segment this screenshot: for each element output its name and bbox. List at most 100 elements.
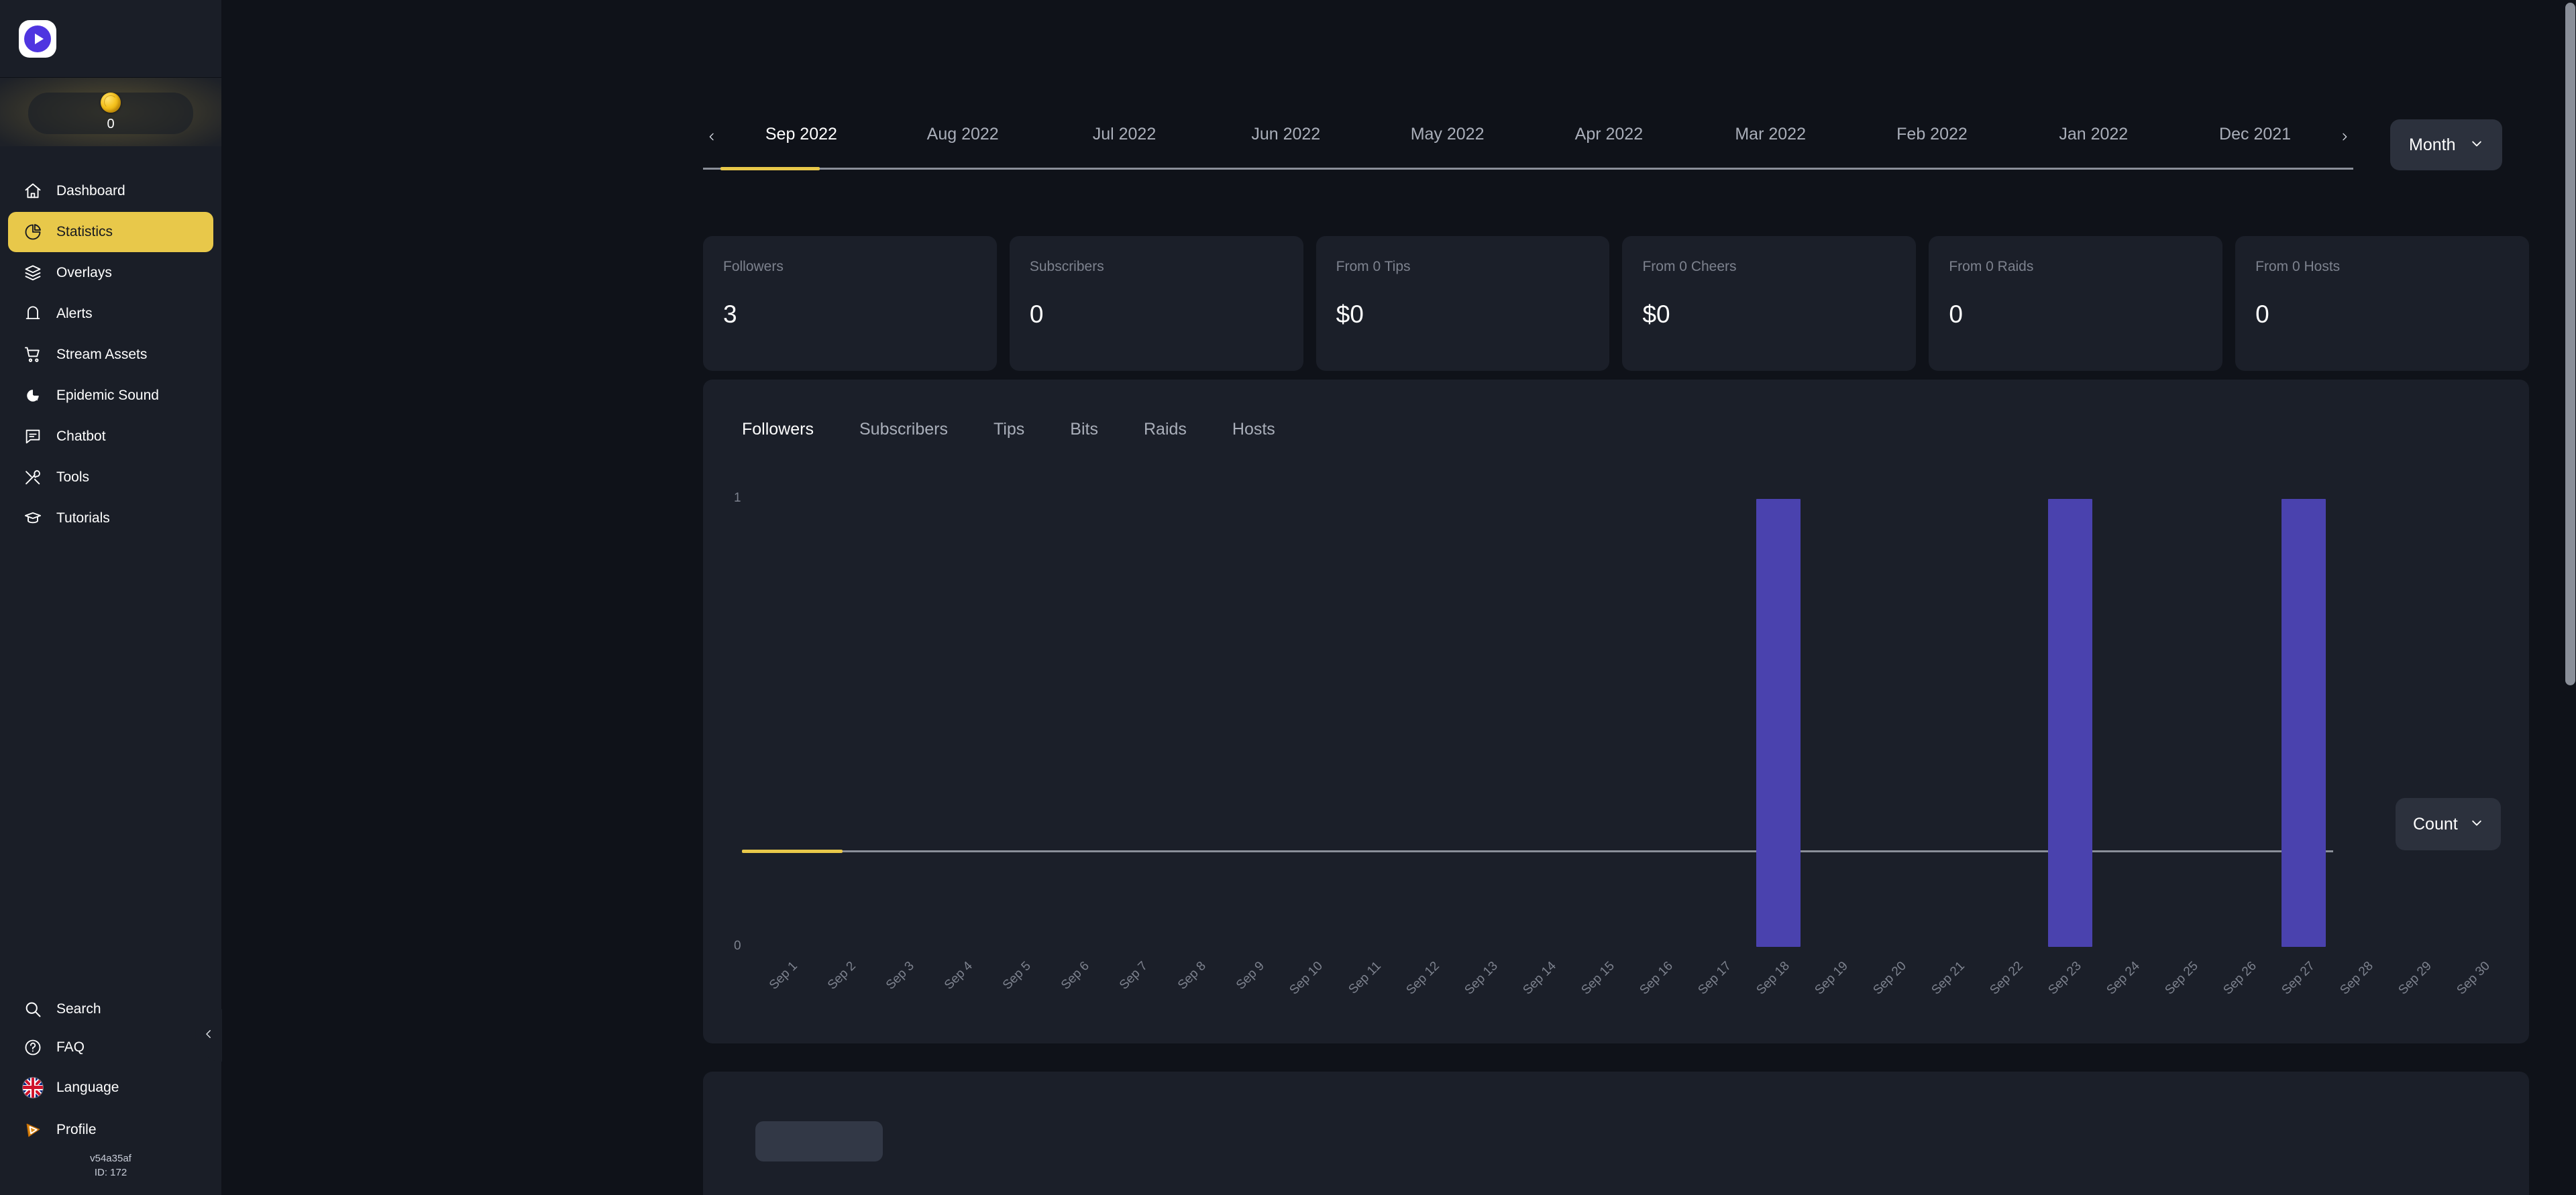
month-tab-mar-2022[interactable]: Mar 2022 — [1690, 125, 1851, 158]
sidebar-item-tools[interactable]: Tools — [8, 457, 213, 498]
sidebar-nav: Dashboard Statistics Overlays — [0, 146, 221, 539]
chat-bubble-icon — [23, 426, 43, 447]
home-icon — [23, 181, 43, 201]
sidebar-item-profile[interactable]: Profile — [8, 1109, 213, 1151]
month-tab-may-2022[interactable]: May 2022 — [1366, 125, 1528, 158]
chevron-left-icon — [203, 1028, 215, 1043]
month-tab-aug-2022[interactable]: Aug 2022 — [882, 125, 1044, 158]
profile-play-icon — [23, 1120, 43, 1140]
points-value: 0 — [107, 117, 114, 132]
sidebar-item-statistics[interactable]: Statistics — [8, 212, 213, 252]
x-axis-tick: Sep 25 — [2157, 959, 2201, 1003]
sidebar-item-tutorials[interactable]: Tutorials — [8, 498, 213, 538]
sidebar-item-language[interactable]: Language — [8, 1067, 213, 1108]
sidebar-item-stream-assets[interactable]: Stream Assets — [8, 335, 213, 375]
stat-card-subscribers: Subscribers 0 — [1010, 236, 1303, 371]
sidebar-item-label: Tools — [56, 469, 89, 486]
followers-bar-chart: 10Sep 1Sep 2Sep 3Sep 4Sep 5Sep 6Sep 7Sep… — [703, 380, 2529, 1043]
month-next-button[interactable] — [2336, 125, 2353, 152]
stat-label: From 0 Raids — [1949, 259, 2202, 275]
x-axis-tick: Sep 30 — [2449, 959, 2493, 1003]
chevron-down-icon — [2470, 135, 2483, 155]
sidebar: 0 Dashboard Statistics — [0, 0, 221, 1195]
sidebar-item-label: Profile — [56, 1122, 97, 1138]
x-axis-tick: Sep 8 — [1165, 959, 1209, 1003]
shopping-cart-icon — [23, 345, 43, 365]
app-version-info: v54a35af ID: 172 — [0, 1151, 221, 1185]
points-balance[interactable]: 0 — [0, 77, 221, 146]
x-axis-tick: Sep 28 — [2332, 959, 2376, 1003]
x-axis-tick: Sep 9 — [1224, 959, 1267, 1003]
month-tab-dec-2021[interactable]: Dec 2021 — [2174, 125, 2336, 158]
stat-label: From 0 Hosts — [2255, 259, 2509, 275]
sidebar-item-dashboard[interactable]: Dashboard — [8, 171, 213, 211]
sidebar-item-label: Overlays — [56, 265, 112, 281]
main-content: Sep 2022 Aug 2022 Jul 2022 Jun 2022 May … — [221, 0, 2576, 1195]
sidebar-item-label: Epidemic Sound — [56, 388, 159, 404]
month-tab-active-indicator — [720, 167, 820, 170]
month-prev-button[interactable] — [703, 125, 720, 152]
version-string: v54a35af — [0, 1151, 221, 1166]
sidebar-item-alerts[interactable]: Alerts — [8, 294, 213, 334]
chevron-right-icon — [2339, 131, 2350, 146]
month-tab-apr-2022[interactable]: Apr 2022 — [1528, 125, 1690, 158]
month-tab-jan-2022[interactable]: Jan 2022 — [2012, 125, 2174, 158]
month-tab-jul-2022[interactable]: Jul 2022 — [1044, 125, 1205, 158]
graduation-cap-icon — [23, 508, 43, 528]
x-axis-tick: Sep 12 — [1399, 959, 1442, 1003]
stat-value: 3 — [723, 300, 977, 329]
sidebar-item-chatbot[interactable]: Chatbot — [8, 416, 213, 457]
page-scrollbar-track[interactable] — [2564, 0, 2576, 1195]
coin-icon — [101, 93, 121, 113]
stat-label: Subscribers — [1030, 259, 1283, 275]
sidebar-item-faq[interactable]: FAQ — [8, 1029, 213, 1066]
sidebar-item-label: Language — [56, 1080, 119, 1096]
sidebar-item-epidemic-sound[interactable]: Epidemic Sound — [8, 376, 213, 416]
page-scrollbar-thumb[interactable] — [2565, 3, 2575, 685]
sidebar-bottom-nav: Search FAQ — [0, 990, 221, 1195]
app-logo[interactable] — [0, 0, 221, 77]
x-axis-tick: Sep 14 — [1515, 959, 1559, 1003]
stat-card-tips: From 0 Tips $0 — [1316, 236, 1610, 371]
x-axis-tick: Sep 1 — [757, 959, 800, 1003]
stat-card-hosts: From 0 Hosts 0 — [2235, 236, 2529, 371]
month-tab-sep-2022[interactable]: Sep 2022 — [720, 125, 882, 158]
user-id: ID: 172 — [0, 1165, 221, 1180]
x-axis-tick: Sep 4 — [932, 959, 975, 1003]
layers-icon — [23, 263, 43, 283]
x-axis-tick: Sep 16 — [1632, 959, 1676, 1003]
sidebar-item-label: Stream Assets — [56, 347, 147, 363]
alert-box-icon — [23, 304, 43, 324]
stat-card-followers: Followers 3 — [703, 236, 997, 371]
sidebar-item-label: Chatbot — [56, 429, 106, 445]
x-axis-tick: Sep 26 — [2216, 959, 2259, 1003]
bottom-panel-chip[interactable] — [755, 1121, 883, 1161]
x-axis-tick: Sep 10 — [1282, 959, 1326, 1003]
sidebar-item-overlays[interactable]: Overlays — [8, 253, 213, 293]
x-axis-tick: Sep 11 — [1340, 959, 1384, 1003]
stat-label: From 0 Tips — [1336, 259, 1590, 275]
pie-chart-icon — [23, 222, 43, 242]
period-granularity-select[interactable]: Month — [2390, 119, 2502, 170]
x-axis-tick: Sep 2 — [815, 959, 859, 1003]
stat-value: $0 — [1642, 300, 1896, 329]
x-axis-tick: Sep 20 — [1866, 959, 1909, 1003]
chart-bar[interactable] — [2048, 499, 2092, 947]
sidebar-item-search[interactable]: Search — [8, 990, 213, 1028]
sidebar-item-label: Tutorials — [56, 510, 110, 526]
month-tab-feb-2022[interactable]: Feb 2022 — [1851, 125, 2013, 158]
chart-bar[interactable] — [2282, 499, 2326, 947]
month-tab-jun-2022[interactable]: Jun 2022 — [1205, 125, 1366, 158]
search-icon — [23, 999, 43, 1019]
uk-flag-icon — [23, 1078, 43, 1098]
x-axis-tick: Sep 7 — [1107, 959, 1150, 1003]
x-axis-tick: Sep 6 — [1049, 959, 1092, 1003]
period-select-value: Month — [2409, 135, 2455, 155]
x-axis-tick: Sep 29 — [2391, 959, 2434, 1003]
chart-bar[interactable] — [1756, 499, 1801, 947]
stat-value: 0 — [1030, 300, 1283, 329]
sidebar-item-label: Statistics — [56, 224, 113, 240]
chevron-left-icon — [706, 131, 717, 146]
stat-label: From 0 Cheers — [1642, 259, 1896, 275]
tools-icon — [23, 467, 43, 488]
